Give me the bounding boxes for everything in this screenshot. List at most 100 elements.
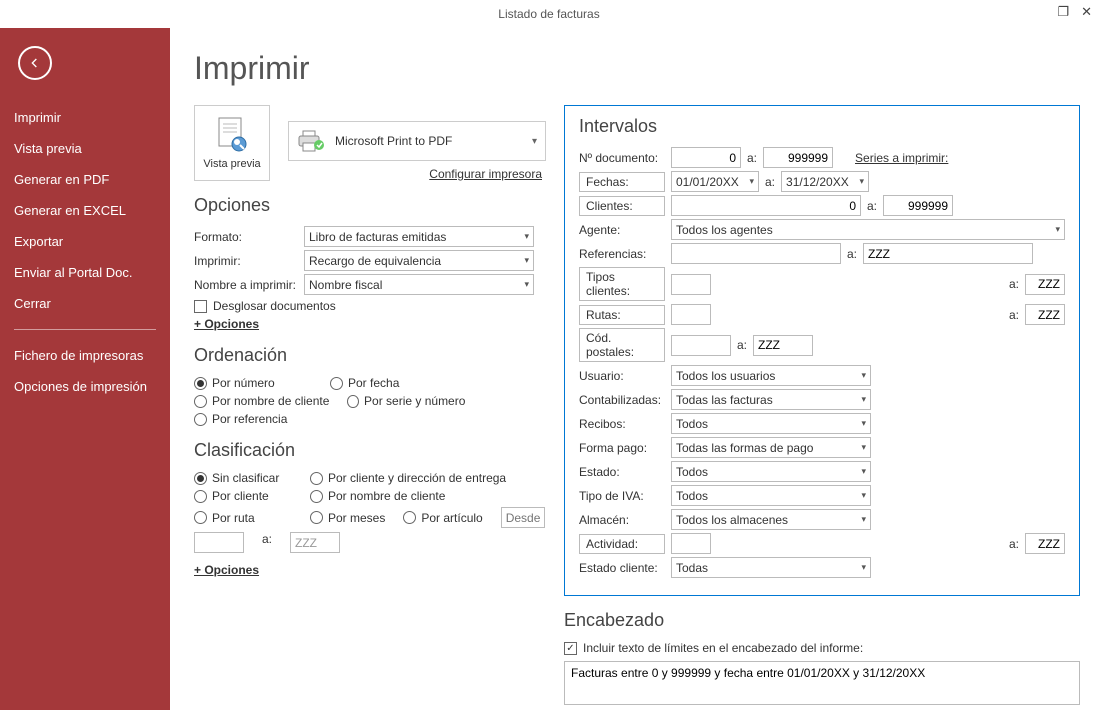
clas-desde-input (501, 507, 545, 528)
imprimir-label: Imprimir: (194, 254, 304, 268)
forma-select[interactable]: Todas las formas de pago▾ (671, 437, 871, 458)
ref-label: Referencias: (579, 247, 665, 261)
iva-label: Tipo de IVA: (579, 489, 665, 503)
cp-from-input[interactable] (671, 335, 731, 356)
preview-icon (215, 116, 249, 156)
ordenacion-heading: Ordenación (194, 345, 546, 366)
preview-button[interactable]: Vista previa (194, 105, 270, 181)
cp-button[interactable]: Cód. postales: (579, 328, 665, 362)
clas-a-input (290, 532, 340, 553)
nombre-select[interactable]: Nombre fiscal▾ (304, 274, 534, 295)
recibos-select[interactable]: Todos▾ (671, 413, 871, 434)
clientes-button[interactable]: Clientes: (579, 196, 665, 216)
sidebar-item-generar-excel[interactable]: Generar en EXCEL (0, 195, 170, 226)
usuario-label: Usuario: (579, 369, 665, 383)
radio-por-fecha[interactable]: Por fecha (330, 376, 408, 390)
rutas-to-input[interactable] (1025, 304, 1065, 325)
sidebar-item-opciones-impresion[interactable]: Opciones de impresión (0, 371, 170, 402)
imprimir-select[interactable]: Recargo de equivalencia▾ (304, 250, 534, 271)
window-restore-icon[interactable]: ❐ (1057, 4, 1069, 20)
cli-to-input[interactable] (883, 195, 953, 216)
actividad-button[interactable]: Actividad: (579, 534, 665, 554)
clas-desde-val (194, 532, 244, 553)
iva-select[interactable]: Todos▾ (671, 485, 871, 506)
radio-por-serie-numero[interactable]: Por serie y número (347, 394, 465, 408)
tipos-from-input[interactable] (671, 274, 711, 295)
estado-select[interactable]: Todos▾ (671, 461, 871, 482)
page-title: Imprimir (194, 50, 1080, 87)
radio-sin-clasificar[interactable]: Sin clasificar (194, 471, 292, 485)
formato-label: Formato: (194, 230, 304, 244)
nombre-label: Nombre a imprimir: (194, 278, 304, 292)
actividad-to-input[interactable] (1025, 533, 1065, 554)
incluir-checkbox[interactable]: ✓Incluir texto de límites en el encabeza… (564, 641, 1080, 655)
series-link[interactable]: Series a imprimir: (855, 151, 948, 165)
cp-to-input[interactable] (753, 335, 813, 356)
ndoc-to-input[interactable] (763, 147, 833, 168)
radio-por-referencia[interactable]: Por referencia (194, 412, 287, 426)
printer-icon (297, 129, 325, 153)
configure-printer-link[interactable]: Configurar impresora (288, 167, 542, 181)
encabezado-heading: Encabezado (564, 610, 1080, 631)
radio-por-articulo[interactable]: Por artículo (403, 507, 482, 528)
tipos-to-input[interactable] (1025, 274, 1065, 295)
sidebar-divider (14, 329, 156, 330)
intervalos-panel: Intervalos Nº documento: a: Series a imp… (564, 105, 1080, 596)
radio-por-ruta[interactable]: Por ruta (194, 507, 292, 528)
almacen-select[interactable]: Todos los almacenes▾ (671, 509, 871, 530)
window-close-icon[interactable]: ✕ (1081, 4, 1092, 20)
encabezado-textarea[interactable] (564, 661, 1080, 705)
ecli-select[interactable]: Todas▾ (671, 557, 871, 578)
mas-opciones-clas-link[interactable]: + Opciones (194, 563, 259, 577)
clas-a-label: a: (262, 532, 272, 553)
rutas-button[interactable]: Rutas: (579, 305, 665, 325)
arrow-left-icon (27, 55, 43, 71)
ref-to-input[interactable] (863, 243, 1033, 264)
opciones-heading: Opciones (194, 195, 546, 216)
sidebar-item-fichero-impresoras[interactable]: Fichero de impresoras (0, 340, 170, 371)
radio-por-nombre-cliente2[interactable]: Por nombre de cliente (310, 489, 445, 503)
actividad-from-input[interactable] (671, 533, 711, 554)
printer-name: Microsoft Print to PDF (335, 134, 532, 148)
agente-select[interactable]: Todos los agentes▾ (671, 219, 1065, 240)
recibos-label: Recibos: (579, 417, 665, 431)
desglosar-checkbox[interactable]: Desglosar documentos (194, 299, 546, 313)
radio-por-numero[interactable]: Por número (194, 376, 312, 390)
cli-from-input[interactable] (671, 195, 861, 216)
ref-from-input[interactable] (671, 243, 841, 264)
radio-por-cliente-direccion[interactable]: Por cliente y dirección de entrega (310, 471, 506, 485)
window-title: Listado de facturas (498, 7, 599, 21)
tipos-button[interactable]: Tipos clientes: (579, 267, 665, 301)
ecli-label: Estado cliente: (579, 561, 665, 575)
almacen-label: Almacén: (579, 513, 665, 527)
ndoc-label: Nº documento: (579, 151, 665, 165)
preview-label: Vista previa (203, 158, 260, 170)
clasificacion-heading: Clasificación (194, 440, 546, 461)
sidebar-item-cerrar[interactable]: Cerrar (0, 288, 170, 319)
agente-label: Agente: (579, 223, 665, 237)
fechas-button[interactable]: Fechas: (579, 172, 665, 192)
sidebar-item-generar-pdf[interactable]: Generar en PDF (0, 164, 170, 195)
sidebar-item-imprimir[interactable]: Imprimir (0, 102, 170, 133)
ndoc-from-input[interactable] (671, 147, 741, 168)
sidebar-item-exportar[interactable]: Exportar (0, 226, 170, 257)
printer-select[interactable]: Microsoft Print to PDF ▾ (288, 121, 546, 161)
radio-por-nombre-cliente[interactable]: Por nombre de cliente (194, 394, 329, 408)
fecha-to-select[interactable]: 31/12/20XX▾ (781, 171, 869, 192)
intervalos-heading: Intervalos (579, 116, 1065, 137)
chevron-down-icon: ▾ (532, 136, 537, 147)
estado-label: Estado: (579, 465, 665, 479)
usuario-select[interactable]: Todos los usuarios▾ (671, 365, 871, 386)
formato-select[interactable]: Libro de facturas emitidas▾ (304, 226, 534, 247)
sidebar-item-enviar-portal[interactable]: Enviar al Portal Doc. (0, 257, 170, 288)
fecha-from-select[interactable]: 01/01/20XX▾ (671, 171, 759, 192)
sidebar: Imprimir Vista previa Generar en PDF Gen… (0, 28, 170, 710)
mas-opciones-link[interactable]: + Opciones (194, 317, 259, 331)
radio-por-cliente[interactable]: Por cliente (194, 489, 292, 503)
radio-por-meses[interactable]: Por meses (310, 507, 385, 528)
contab-select[interactable]: Todas las facturas▾ (671, 389, 871, 410)
sidebar-item-vista-previa[interactable]: Vista previa (0, 133, 170, 164)
rutas-from-input[interactable] (671, 304, 711, 325)
forma-label: Forma pago: (579, 441, 665, 455)
back-button[interactable] (18, 46, 52, 80)
